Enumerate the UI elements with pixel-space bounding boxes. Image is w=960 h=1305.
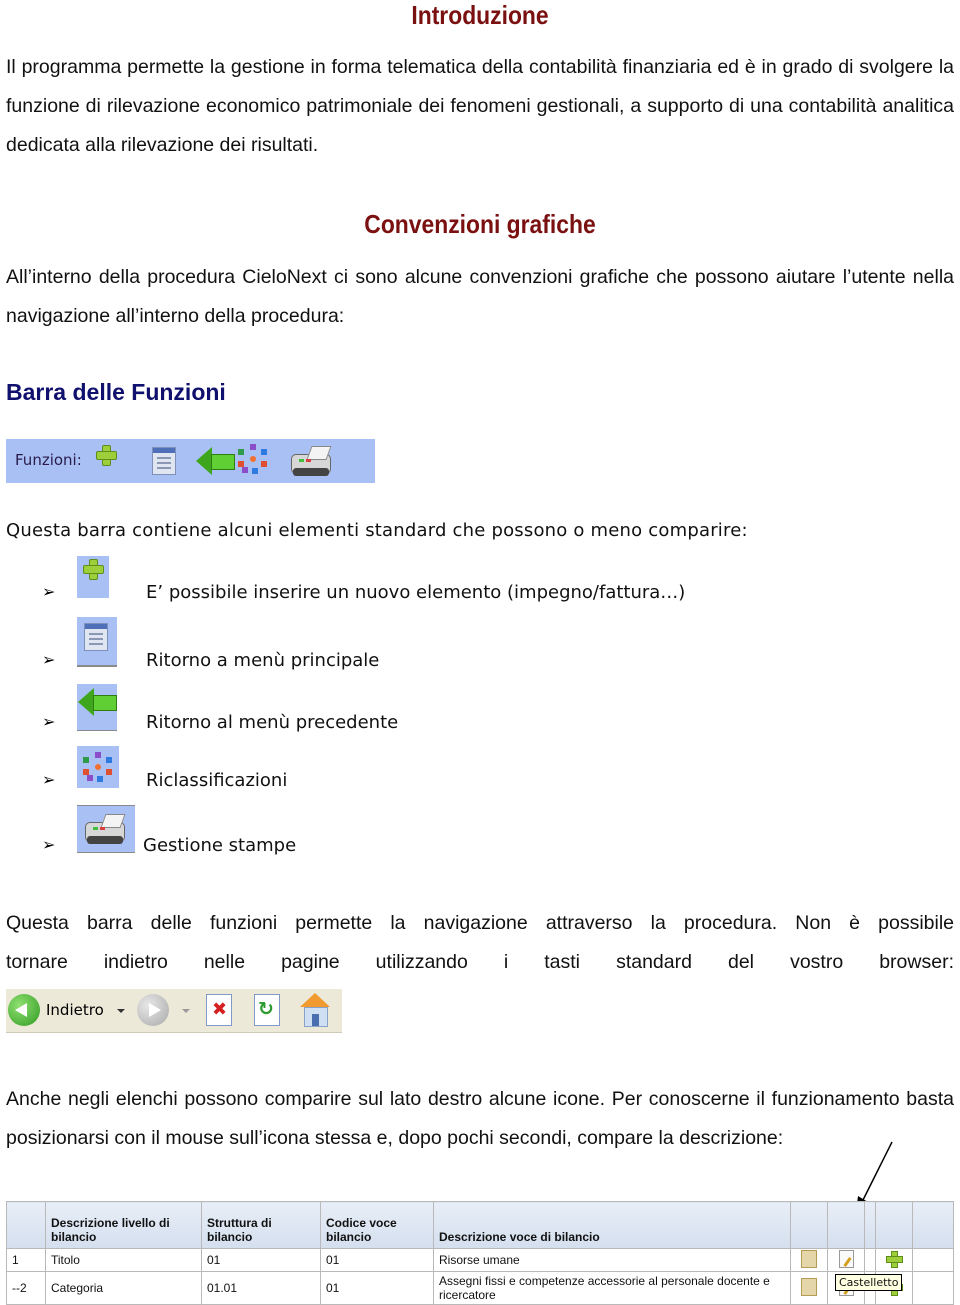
bullet-arrow-icon: ➢ — [42, 584, 56, 601]
cell-level: 1 — [6, 1248, 46, 1272]
col-header-action-3 — [864, 1201, 876, 1249]
function-bar-label: Funzioni: — [15, 451, 82, 469]
intro-paragraph: Il programma permette la gestione in for… — [6, 56, 954, 156]
tooltip: Castelletto — [835, 1274, 903, 1291]
home-icon[interactable] — [298, 993, 332, 1027]
navigation-paragraph-line2: tornare indietro nelle pagine utilizzand… — [6, 951, 954, 973]
plus-icon[interactable] — [96, 445, 117, 466]
bullet-arrow-icon: ➢ — [42, 837, 56, 854]
navigation-paragraph-line1: Questa barra delle funzioni permette la … — [6, 912, 954, 934]
cell-structure: 01 — [201, 1248, 321, 1272]
back-arrow-icon — [77, 684, 117, 731]
back-label[interactable]: Indietro — [46, 1001, 104, 1019]
printer-icon — [77, 805, 135, 853]
intro-title: Introduzione — [411, 0, 549, 30]
col-header-action-5 — [912, 1201, 954, 1249]
legend-text: Ritorno al menù precedente — [146, 712, 399, 733]
back-dropdown-icon[interactable] — [117, 1009, 125, 1013]
col-header-action-1 — [790, 1201, 828, 1249]
reclassification-icon[interactable] — [238, 444, 268, 474]
bullet-arrow-icon: ➢ — [42, 652, 56, 669]
col-header-action-4 — [875, 1201, 913, 1249]
document-icon — [77, 617, 117, 667]
table-row[interactable]: 1 Titolo 01 01 Risorse umane — [6, 1248, 954, 1272]
col-header-description-item[interactable]: Descrizione voce di bilancio — [433, 1201, 791, 1249]
function-bar-title: Barra delle Funzioni — [6, 379, 226, 405]
castelletto-icon[interactable] — [801, 1277, 817, 1296]
col-header-code[interactable]: Codice voce bilancio — [320, 1201, 434, 1249]
back-icon[interactable] — [8, 994, 40, 1026]
castelletto-icon[interactable] — [801, 1249, 817, 1268]
col-header-action-2 — [827, 1201, 865, 1249]
cell-description-item: Risorse umane — [433, 1248, 791, 1272]
cell-description-level: Titolo — [45, 1248, 202, 1272]
bullet-arrow-icon: ➢ — [42, 772, 56, 789]
reclassification-icon — [77, 746, 119, 788]
back-arrow-icon[interactable] — [196, 447, 235, 475]
function-bar: Funzioni: — [6, 439, 375, 483]
col-header-level — [6, 1201, 46, 1249]
col-header-structure[interactable]: Struttura di bilancio — [201, 1201, 321, 1249]
table-header-row: Descrizione livello di bilancio Struttur… — [6, 1201, 954, 1249]
col-header-description-level[interactable]: Descrizione livello di bilancio — [45, 1201, 202, 1249]
cell-code: 01 — [320, 1248, 434, 1272]
forward-icon[interactable] — [137, 994, 169, 1026]
edit-icon[interactable] — [838, 1249, 854, 1268]
legend-text: Gestione stampe — [143, 835, 297, 856]
plus-icon — [77, 556, 109, 598]
bullet-arrow-icon: ➢ — [42, 714, 56, 731]
legend-text: Ritorno a menù principale — [146, 650, 380, 671]
document-icon[interactable] — [152, 447, 176, 475]
function-bar-intro: Questa barra contiene alcuni elementi st… — [6, 520, 748, 541]
lists-paragraph: Anche negli elenchi possono comparire su… — [6, 1088, 954, 1149]
forward-dropdown-icon[interactable] — [182, 1009, 190, 1013]
refresh-icon[interactable]: ↻ — [254, 994, 280, 1026]
conventions-paragraph: All’interno della procedura CieloNext ci… — [6, 266, 954, 327]
browser-toolbar: Indietro ✖ ↻ — [6, 989, 342, 1033]
printer-icon[interactable] — [289, 444, 333, 478]
legend-text: E’ possibile inserire un nuovo elemento … — [146, 582, 686, 603]
budget-table: Descrizione livello di bilancio Struttur… — [6, 1201, 954, 1305]
legend-text: Riclassificazioni — [146, 770, 288, 791]
conventions-title: Convenzioni grafiche — [364, 209, 596, 239]
add-icon[interactable] — [886, 1250, 903, 1268]
stop-icon[interactable]: ✖ — [206, 994, 232, 1026]
